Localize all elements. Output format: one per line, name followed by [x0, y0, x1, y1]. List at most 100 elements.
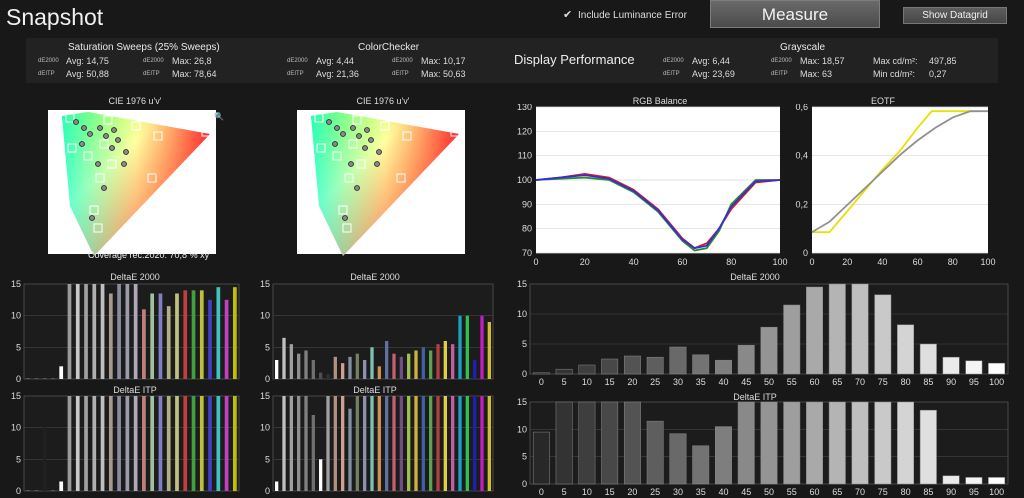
cie-point-0	[73, 119, 79, 125]
bar-0	[532, 431, 550, 485]
x-tick-label: 65	[832, 377, 842, 387]
bar-6	[75, 284, 80, 379]
gray-itp-label: dEITP	[663, 71, 680, 77]
bar-10	[348, 408, 352, 491]
y-tick-label: 100	[517, 175, 532, 185]
bar-22	[436, 344, 440, 379]
x-tick-label: 50	[764, 377, 774, 387]
bar-24	[451, 344, 455, 379]
sat-itp-chart: 0 5 10 15	[11, 392, 240, 496]
cc-itp-max: Max: 50,63	[421, 69, 466, 79]
y-tick-label: 15	[11, 280, 21, 289]
bar-60	[806, 401, 823, 485]
min-lum-label: Min cd/m²:	[873, 69, 916, 79]
max-lum-label: Max cd/m²:	[873, 56, 918, 66]
cie-point-1	[81, 125, 87, 131]
luminance-checkbox[interactable]: ✔ Include Luminance Error	[563, 10, 687, 22]
bar-5	[555, 368, 573, 375]
bar-23	[216, 287, 221, 379]
bar-20	[623, 355, 641, 375]
saturation-title: Saturation Sweeps (25% Sweeps)	[68, 42, 220, 53]
bar-17	[399, 396, 403, 491]
y-tick-label: 5	[265, 342, 270, 352]
bar-21	[429, 396, 433, 491]
bar-80	[897, 401, 915, 485]
x-tick-label: 15	[605, 487, 615, 497]
bar-20	[421, 347, 425, 379]
bar-27	[473, 360, 477, 379]
bar-8	[92, 396, 97, 491]
bar-3	[51, 378, 55, 379]
bar-27	[473, 396, 477, 491]
bar-15	[150, 293, 155, 379]
cie2-title: CIE 1976 u'v'	[356, 96, 410, 106]
bar-55	[783, 304, 801, 375]
bar-7	[84, 396, 88, 491]
x-tick-label: 90	[946, 377, 956, 387]
bar-20	[191, 396, 196, 491]
y-tick-label: 0,6	[795, 104, 808, 112]
bar-25	[458, 396, 462, 491]
bar-17	[166, 396, 171, 491]
bar-4	[59, 366, 64, 379]
bar-7	[84, 284, 88, 379]
bar-13	[370, 396, 374, 491]
x-tick-label: 55	[787, 377, 797, 387]
saturation-itp-avg: Avg: 50,88	[66, 69, 109, 79]
bar-15	[150, 396, 155, 491]
bar-70	[851, 401, 869, 485]
gray-de-label-2: dE2000	[771, 58, 792, 64]
bar-20	[191, 290, 196, 379]
cie-point-11	[362, 145, 368, 151]
x-tick-label: 20	[842, 257, 852, 266]
cie-point-6	[123, 149, 129, 155]
bar-23	[443, 396, 447, 491]
show-datagrid-button[interactable]: Show Datagrid	[903, 7, 1007, 24]
x-tick-label: 10	[582, 377, 592, 387]
cie-point-6	[376, 149, 382, 155]
bar-35	[692, 445, 710, 485]
bar-65	[828, 283, 846, 375]
bar-35	[692, 354, 710, 375]
bar-8	[333, 396, 337, 491]
x-tick-label: 10	[582, 487, 592, 497]
eotf-chart: 0 0,2 0,4 0,6 0 20 40 60 80 100	[795, 104, 995, 266]
bar-25	[233, 287, 237, 379]
bar-40	[715, 359, 732, 375]
colorchecker-title: ColorChecker	[358, 42, 420, 53]
bar-24	[224, 299, 229, 379]
magnifier-icon[interactable]: 🔍	[214, 111, 224, 121]
bar-5	[67, 396, 72, 491]
cie-point-13	[364, 127, 370, 133]
cie-point-0	[326, 119, 332, 125]
cie-point-12	[79, 141, 85, 147]
x-tick-label: 75	[878, 377, 888, 387]
gray-itp-max: Max: 63	[800, 69, 833, 79]
x-tick-label: 35	[696, 487, 706, 497]
bar-13	[133, 396, 138, 491]
measure-button[interactable]: Measure	[710, 0, 880, 28]
cc-de-chart: 0 5 10 15	[260, 280, 494, 384]
y-tick-label: 15	[260, 280, 270, 289]
bar-6	[75, 396, 80, 491]
bar-14	[377, 396, 381, 491]
x-tick-label: 25	[650, 487, 660, 497]
bar-40	[715, 426, 732, 485]
min-lum-value: 0,27	[929, 69, 947, 79]
bar-2	[42, 378, 47, 379]
bar-1	[34, 490, 39, 491]
y-tick-label: 15	[260, 392, 270, 401]
bar-26	[465, 396, 469, 491]
cie-point-9	[354, 185, 360, 191]
gray-itp-avg: Avg: 23,69	[692, 69, 735, 79]
bar-15	[601, 358, 619, 375]
bar-9	[341, 363, 345, 379]
cc-de-max: Max: 10,17	[421, 56, 466, 66]
cie-point-2	[87, 131, 93, 137]
y-tick-label: 5	[522, 452, 527, 462]
cie1-title: CIE 1976 u'v'	[108, 96, 162, 106]
bar-11	[355, 396, 359, 491]
x-tick-label: 65	[832, 487, 842, 497]
cie1-chart: 🔍	[48, 110, 224, 256]
cc-de-label-2: dE2000	[392, 58, 413, 64]
